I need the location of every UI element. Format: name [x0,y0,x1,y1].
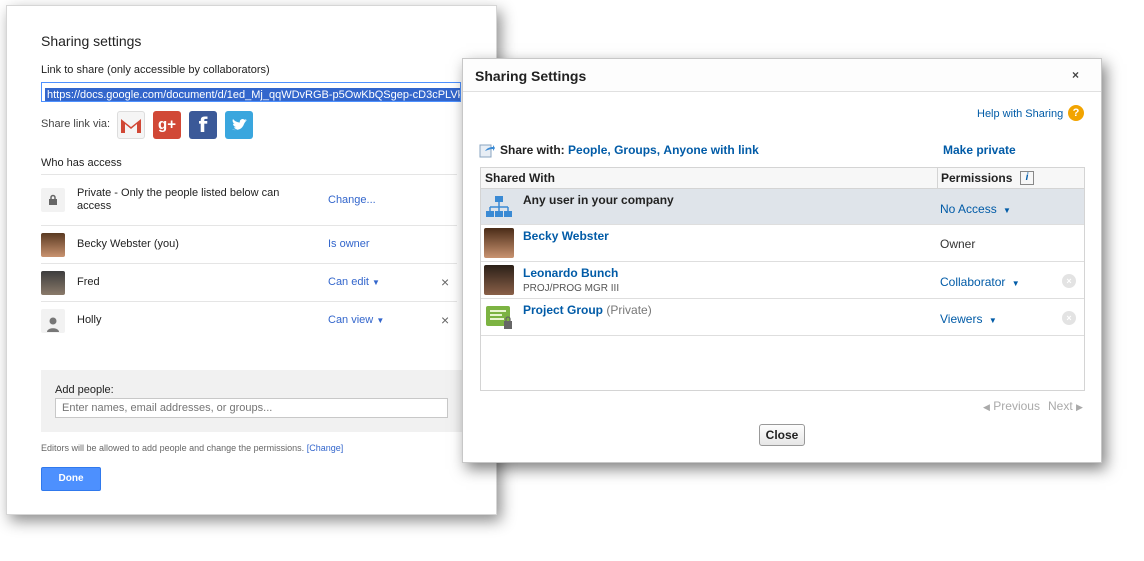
help-icon[interactable]: ? [1068,105,1084,121]
avatar [41,233,65,257]
permission-label: Viewers [940,312,983,326]
add-people-label: Add people: [55,384,114,396]
next-page-button[interactable]: Next ▶ [1048,399,1083,413]
permission-dropdown[interactable]: Collaborator ▼ [940,275,1020,289]
share-link-field[interactable]: https://docs.google.com/document/d/1ed_M… [41,82,461,102]
permission-dropdown[interactable]: Can edit ▼ [328,276,380,288]
dialog-title: Sharing settings [41,33,142,49]
editors-note: Editors will be allowed to add people an… [41,443,343,453]
add-people-input[interactable] [55,398,448,418]
gmail-icon[interactable] [117,111,145,139]
access-row-fred: Fred Can edit ▼ × [41,263,457,301]
permission-label: Can edit [328,276,369,288]
person-icon [41,309,65,333]
group-name-link[interactable]: Project Group [523,303,603,317]
chevron-down-icon: ▼ [376,316,385,325]
shared-with-table: Shared With Permissions i Any user in yo… [480,167,1085,391]
lock-icon [41,188,65,212]
twitter-icon[interactable] [225,111,253,139]
owner-permission: Is owner [328,238,370,250]
shared-with-name-link[interactable]: Leonardo Bunch [523,266,618,280]
permission-label: Can view [328,314,374,326]
close-icon[interactable]: × [1072,68,1079,82]
column-header-permissions: Permissions [941,171,1013,185]
salesforce-sharing-dialog: Sharing Settings × Help with Sharing ? S… [462,58,1102,463]
remove-user-icon[interactable]: × [441,312,449,328]
close-button[interactable]: Close [759,424,805,446]
google-sharing-dialog: Sharing settings Link to share (only acc… [6,5,497,515]
make-private-link[interactable]: Make private [943,143,1016,157]
dialog-title: Sharing Settings [475,68,587,84]
previous-page-button[interactable]: ◀ Previous [983,399,1040,413]
next-label: Next [1048,399,1073,413]
access-row-name: Becky Webster (you) [77,238,179,250]
table-row: Leonardo Bunch PROJ/PROG MGR III Collabo… [481,262,1084,299]
remove-icon[interactable]: × [1062,311,1076,325]
remove-user-icon[interactable]: × [441,274,449,290]
table-row: Project Group (Private) Viewers ▼ × [481,299,1084,336]
shared-with-name-link[interactable]: Becky Webster [523,229,609,243]
facebook-icon[interactable]: f [189,111,217,139]
user-title: PROJ/PROG MGR III [523,283,620,294]
access-row-private: Private - Only the people listed below c… [41,174,457,225]
group-privacy-label: (Private) [606,303,652,317]
share-with-bar: Share with: People, Groups, Anyone with … [481,143,759,157]
share-anyone-link[interactable]: Anyone with link [663,143,758,157]
shared-with-name: Project Group (Private) [523,303,652,317]
permission-dropdown[interactable]: No Access ▼ [940,202,1011,216]
access-row-holly: Holly Can view ▼ × [41,301,457,339]
access-row-label: Private - Only the people listed below c… [77,187,280,212]
chevron-down-icon: ▼ [1011,279,1020,288]
help-with-sharing-link[interactable]: Help with Sharing [977,108,1063,120]
add-people-panel: Add people: [41,370,462,432]
chevron-down-icon: ▼ [372,278,380,287]
chevron-left-icon: ◀ [983,402,990,412]
table-header: Shared With Permissions i [481,168,1084,189]
access-row-name: Holly [77,314,102,326]
permission-label: No Access [940,202,997,216]
share-link-via-label: Share link via: [41,118,111,130]
chevron-down-icon: ▼ [1003,206,1011,215]
access-row-owner: Becky Webster (you) Is owner [41,225,457,263]
shared-with-name: Any user in your company [523,193,674,207]
google-plus-icon[interactable]: g+ [153,111,181,139]
done-button[interactable]: Done [41,467,101,491]
chevron-down-icon: ▼ [988,316,997,325]
previous-label: Previous [993,399,1040,413]
owner-permission: Owner [940,237,976,251]
share-groups-link[interactable]: Groups, [614,143,660,157]
change-editors-link[interactable]: [Change] [307,443,344,453]
info-icon[interactable]: i [1020,171,1034,185]
table-row: Becky Webster Owner [481,225,1084,262]
group-icon [486,306,512,329]
avatar [484,265,514,295]
table-row: Any user in your company No Access ▼ [481,189,1084,225]
chevron-right-icon: ▶ [1076,402,1083,412]
dialog-header: Sharing Settings × [463,59,1101,92]
permission-dropdown[interactable]: Can view ▼ [328,314,384,326]
who-has-access-heading: Who has access [41,157,122,169]
remove-icon[interactable]: × [1062,274,1076,288]
link-to-share-label: Link to share (only accessible by collab… [41,64,270,76]
share-people-link[interactable]: People, [568,143,611,157]
share-with-label: Share with: [500,143,565,157]
permission-dropdown[interactable]: Viewers ▼ [940,312,997,326]
avatar [484,228,514,258]
column-header-shared-with: Shared With [485,171,555,185]
editors-note-text: Editors will be allowed to add people an… [41,443,305,453]
permission-label: Collaborator [940,275,1006,289]
org-hierarchy-icon [486,196,512,217]
share-link-url[interactable]: https://docs.google.com/document/d/1ed_M… [45,88,460,101]
change-visibility-link[interactable]: Change... [328,194,376,206]
access-row-name: Fred [77,276,100,288]
avatar [41,271,65,295]
